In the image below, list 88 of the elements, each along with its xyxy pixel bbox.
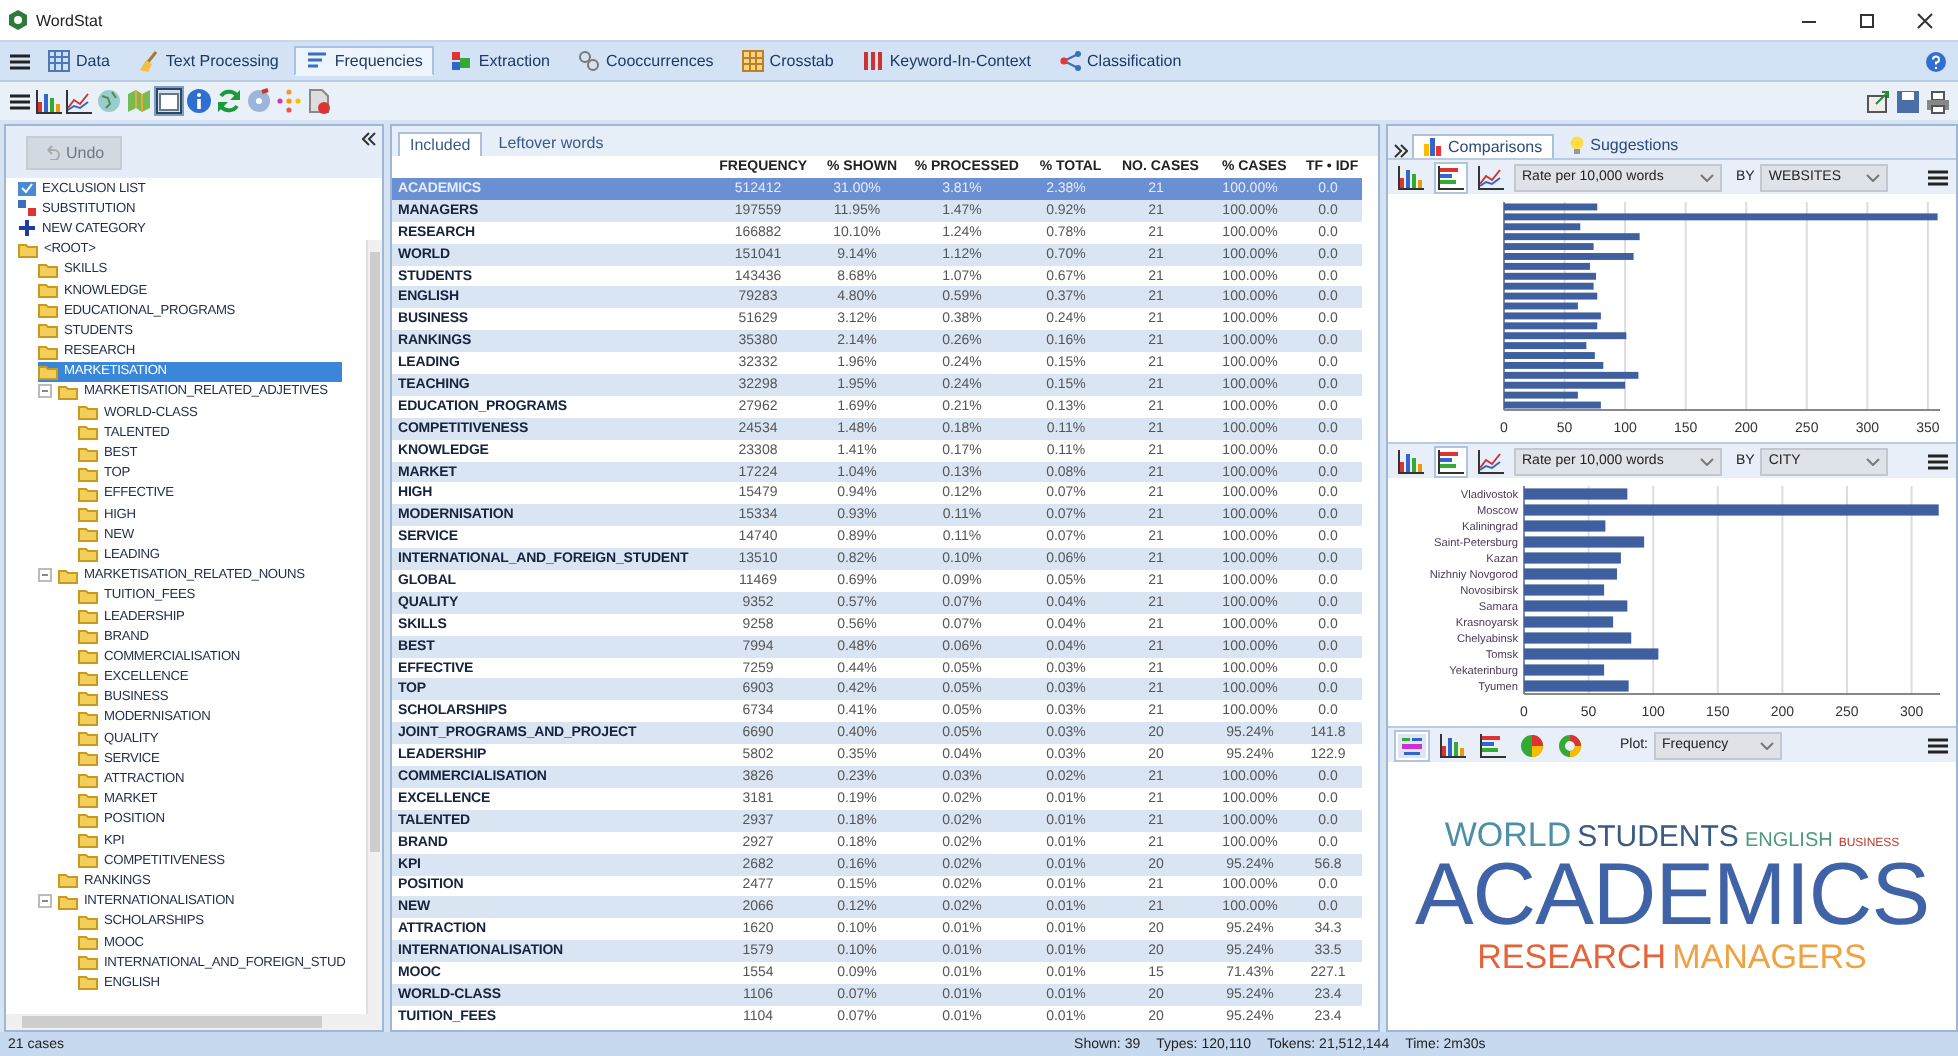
- table-tab[interactable]: Included: [398, 132, 483, 156]
- bar: [1524, 568, 1617, 580]
- cloud-word: MANAGERS: [1672, 940, 1867, 974]
- bar: [1524, 616, 1614, 628]
- bar-chart-icon[interactable]: [1434, 161, 1468, 193]
- document-icon[interactable]: [306, 88, 332, 114]
- window-icon[interactable]: [156, 88, 182, 114]
- bar: [1524, 488, 1628, 500]
- main-tab[interactable]: Keyword-In-Context: [849, 46, 1044, 76]
- collapse-toggle-icon[interactable]: [38, 568, 52, 583]
- disc-icon[interactable]: [246, 88, 272, 114]
- table-icon: [48, 50, 70, 72]
- save-icon[interactable]: [1896, 89, 1920, 113]
- app-logo-icon: [8, 10, 28, 30]
- plus-icon: [18, 220, 36, 237]
- cloud-word: WORLD: [1444, 818, 1572, 852]
- lines-icon: [306, 50, 329, 72]
- bar-chart-icon[interactable]: [1434, 445, 1468, 477]
- chevron-icon: [1866, 457, 1881, 465]
- column-chart-icon[interactable]: [1394, 161, 1428, 193]
- refresh-icon[interactable]: [216, 88, 242, 114]
- lightbulb-icon: [1570, 136, 1585, 154]
- main-tab[interactable]: Data: [36, 46, 122, 76]
- link-icon: [577, 50, 600, 72]
- bar: [1524, 536, 1645, 548]
- donut-chart-icon[interactable]: [1554, 729, 1586, 761]
- menu-icon[interactable]: [8, 89, 32, 113]
- bar: [1524, 632, 1632, 644]
- maximize-icon[interactable]: [1858, 11, 1876, 29]
- cloud-word: STUDENTS: [1577, 822, 1739, 852]
- main-tab[interactable]: Frequencies: [294, 46, 435, 76]
- bar-chart-icon: [1424, 138, 1442, 156]
- cloud-word: ACADEMICS: [1414, 852, 1930, 940]
- menu-icon[interactable]: [1926, 449, 1950, 473]
- main-tab[interactable]: Text Processing: [125, 46, 291, 76]
- line-chart-icon[interactable]: [1474, 161, 1508, 193]
- line-chart-icon[interactable]: [1474, 445, 1508, 477]
- broom-icon: [137, 50, 160, 72]
- main-tab[interactable]: Crosstab: [729, 46, 846, 76]
- bar: [1524, 648, 1659, 660]
- menu-icon[interactable]: [1926, 733, 1950, 757]
- vertical-scrollbar[interactable]: [366, 239, 382, 1014]
- pie-chart-icon[interactable]: [1516, 729, 1548, 761]
- info-icon[interactable]: [186, 88, 212, 114]
- main-tab[interactable]: Classification: [1047, 46, 1194, 76]
- globe-icon[interactable]: [96, 88, 122, 114]
- column-chart-icon[interactable]: [1436, 729, 1470, 761]
- bar-chart-icon[interactable]: [1476, 729, 1510, 761]
- chevron-icon: [1700, 173, 1714, 181]
- undo-icon: [44, 144, 60, 160]
- collapse-icon[interactable]: [362, 132, 376, 146]
- horizontal-scrollbar[interactable]: [6, 1014, 382, 1030]
- cubes-icon: [450, 50, 473, 72]
- close-icon[interactable]: [1916, 11, 1934, 29]
- column-chart-icon[interactable]: [36, 89, 62, 113]
- main-tab[interactable]: Cooccurrences: [565, 46, 726, 76]
- swap-icon: [18, 200, 36, 217]
- word-cloud-icon[interactable]: [1394, 729, 1430, 761]
- chevron-icon: [1760, 741, 1775, 749]
- side-tab[interactable]: Comparisons: [1412, 134, 1555, 158]
- help-icon[interactable]: [1926, 51, 1946, 71]
- column-chart-icon[interactable]: [1394, 445, 1428, 477]
- expand-icon[interactable]: [1394, 144, 1408, 158]
- cloud-word: RESEARCH: [1477, 940, 1667, 974]
- grid-icon: [741, 50, 764, 72]
- bar: [1524, 520, 1606, 532]
- window-title: WordStat: [36, 11, 103, 29]
- columns-icon: [861, 50, 884, 72]
- sparkle-icon[interactable]: [276, 88, 302, 114]
- bar: [1524, 664, 1605, 676]
- line-chart-icon[interactable]: [66, 89, 92, 113]
- collapse-toggle-icon[interactable]: [38, 894, 52, 909]
- export-icon[interactable]: [1866, 89, 1890, 113]
- bar: [1524, 680, 1629, 692]
- bar: [1524, 600, 1628, 612]
- chevron-icon: [1866, 173, 1881, 181]
- chevron-icon: [1700, 457, 1714, 465]
- cloud-word: ENGLISH: [1744, 832, 1833, 852]
- tree-icon: [1059, 50, 1082, 72]
- bar: [1524, 552, 1621, 564]
- main-tab[interactable]: Extraction: [438, 46, 562, 76]
- table-tab[interactable]: Leftover words: [486, 130, 616, 156]
- menu-icon[interactable]: [8, 49, 32, 73]
- print-icon[interactable]: [1926, 89, 1950, 113]
- bar: [1524, 584, 1605, 596]
- collapse-toggle-icon[interactable]: [38, 384, 52, 399]
- side-tab[interactable]: Suggestions: [1558, 132, 1691, 158]
- menu-icon[interactable]: [1926, 165, 1950, 189]
